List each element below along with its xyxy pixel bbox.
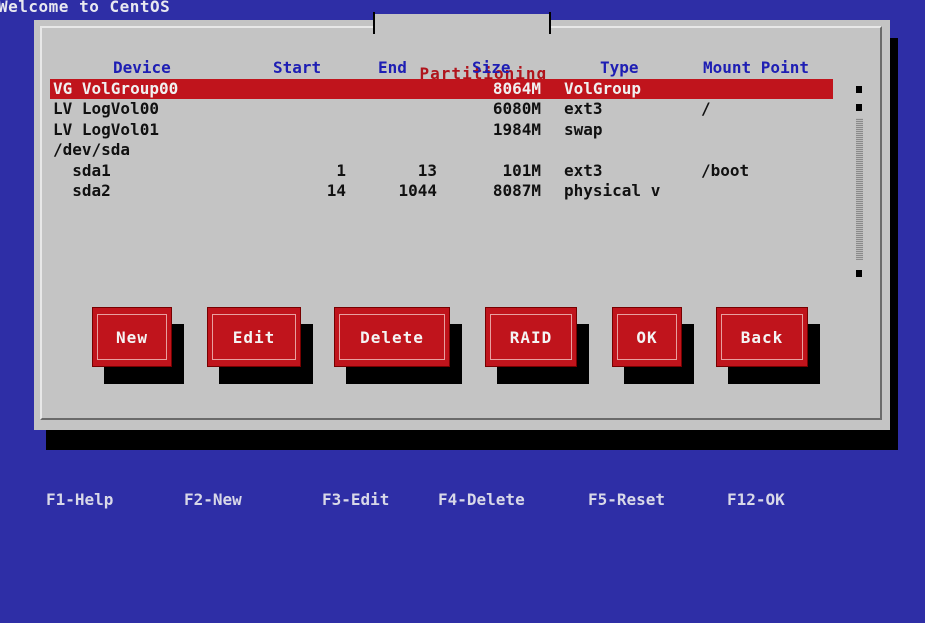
ok-button[interactable]: OK bbox=[612, 307, 682, 367]
cell-type: physical v bbox=[564, 181, 661, 200]
scroll-track[interactable] bbox=[856, 118, 863, 260]
title-left-bar bbox=[373, 12, 375, 34]
header-mount-point: Mount Point bbox=[703, 58, 809, 77]
edit-button[interactable]: Edit bbox=[207, 307, 301, 367]
new-button[interactable]: New bbox=[92, 307, 172, 367]
cell-mount: / bbox=[701, 99, 711, 118]
back-button-label: Back bbox=[721, 314, 803, 360]
title-right-bar bbox=[549, 12, 552, 34]
table-row[interactable]: LV LogVol01 1984M swap bbox=[53, 120, 843, 141]
edit-button-label: Edit bbox=[212, 314, 296, 360]
new-button-label: New bbox=[97, 314, 167, 360]
footer-f4-delete[interactable]: F4-Delete bbox=[438, 490, 525, 509]
raid-button-label: RAID bbox=[490, 314, 572, 360]
cell-device: LV LogVol00 bbox=[53, 99, 159, 118]
header-device: Device bbox=[113, 58, 171, 77]
cell-device: VG VolGroup00 bbox=[53, 78, 179, 98]
partitioning-dialog: Partitioning Device Start End Size Type … bbox=[34, 12, 890, 430]
table-row[interactable]: sda2 14 1044 8087M physical v bbox=[53, 181, 843, 202]
footer-f5-reset[interactable]: F5-Reset bbox=[588, 490, 665, 509]
cell-device: sda2 bbox=[53, 181, 111, 200]
footer-f1-help[interactable]: F1-Help bbox=[46, 490, 113, 509]
delete-button[interactable]: Delete bbox=[334, 307, 450, 367]
header-size: Size bbox=[472, 58, 511, 77]
cell-device: sda1 bbox=[53, 160, 111, 180]
cell-type: ext3 bbox=[564, 99, 603, 118]
edit-button-wrap: Edit bbox=[207, 307, 313, 384]
table-row[interactable]: LV LogVol00 6080M ext3 / bbox=[53, 99, 843, 120]
header-end: End bbox=[378, 58, 407, 77]
back-button-wrap: Back bbox=[716, 307, 820, 384]
table-row[interactable]: /dev/sda bbox=[53, 140, 843, 161]
cell-size: 6080M bbox=[492, 99, 541, 118]
cell-end: 1044 bbox=[398, 181, 437, 200]
welcome-banner: Welcome to CentOS bbox=[0, 0, 171, 16]
partition-table[interactable]: Device Start End Size Type Mount Point V… bbox=[50, 58, 843, 202]
footer-f3-edit[interactable]: F3-Edit bbox=[322, 490, 389, 509]
scroll-up-arrow-icon[interactable] bbox=[856, 86, 862, 93]
cell-start: 14 bbox=[326, 181, 346, 200]
cell-size: 8064M bbox=[492, 78, 541, 98]
cell-end: 13 bbox=[417, 160, 437, 180]
delete-button-label: Delete bbox=[339, 314, 445, 360]
cell-size: 101M bbox=[502, 160, 541, 180]
cell-size: 8087M bbox=[492, 181, 541, 200]
table-header: Device Start End Size Type Mount Point bbox=[53, 58, 843, 79]
dialog-title-box: Partitioning bbox=[373, 12, 552, 83]
new-button-wrap: New bbox=[92, 307, 184, 384]
cell-start: 1 bbox=[336, 160, 346, 180]
raid-button-wrap: RAID bbox=[485, 307, 589, 384]
cell-mount: /boot bbox=[701, 160, 750, 180]
cell-device: /dev/sda bbox=[53, 140, 131, 159]
scroll-down-arrow-icon[interactable] bbox=[856, 270, 862, 277]
cell-type: ext3 bbox=[564, 160, 603, 180]
cell-type: swap bbox=[564, 119, 603, 139]
table-row[interactable]: VG VolGroup00 8064M VolGroup bbox=[50, 78, 833, 99]
scroll-thumb-icon[interactable] bbox=[856, 104, 862, 111]
back-button[interactable]: Back bbox=[716, 307, 808, 367]
footer-f12-ok[interactable]: F12-OK bbox=[727, 490, 785, 509]
cell-size: 1984M bbox=[492, 119, 541, 139]
delete-button-wrap: Delete bbox=[334, 307, 462, 384]
raid-button[interactable]: RAID bbox=[485, 307, 577, 367]
cell-device: LV LogVol01 bbox=[53, 119, 159, 139]
ok-button-wrap: OK bbox=[612, 307, 694, 384]
ok-button-label: OK bbox=[617, 314, 677, 360]
table-scrollbar[interactable] bbox=[856, 82, 864, 277]
function-key-bar: F1-Help F2-New F3-Edit F4-Delete F5-Rese… bbox=[0, 490, 925, 510]
header-type: Type bbox=[600, 58, 639, 77]
header-start: Start bbox=[273, 58, 322, 77]
table-row[interactable]: sda1 1 13 101M ext3 /boot bbox=[53, 161, 843, 182]
footer-f2-new[interactable]: F2-New bbox=[184, 490, 242, 509]
cell-type: VolGroup bbox=[564, 78, 642, 98]
